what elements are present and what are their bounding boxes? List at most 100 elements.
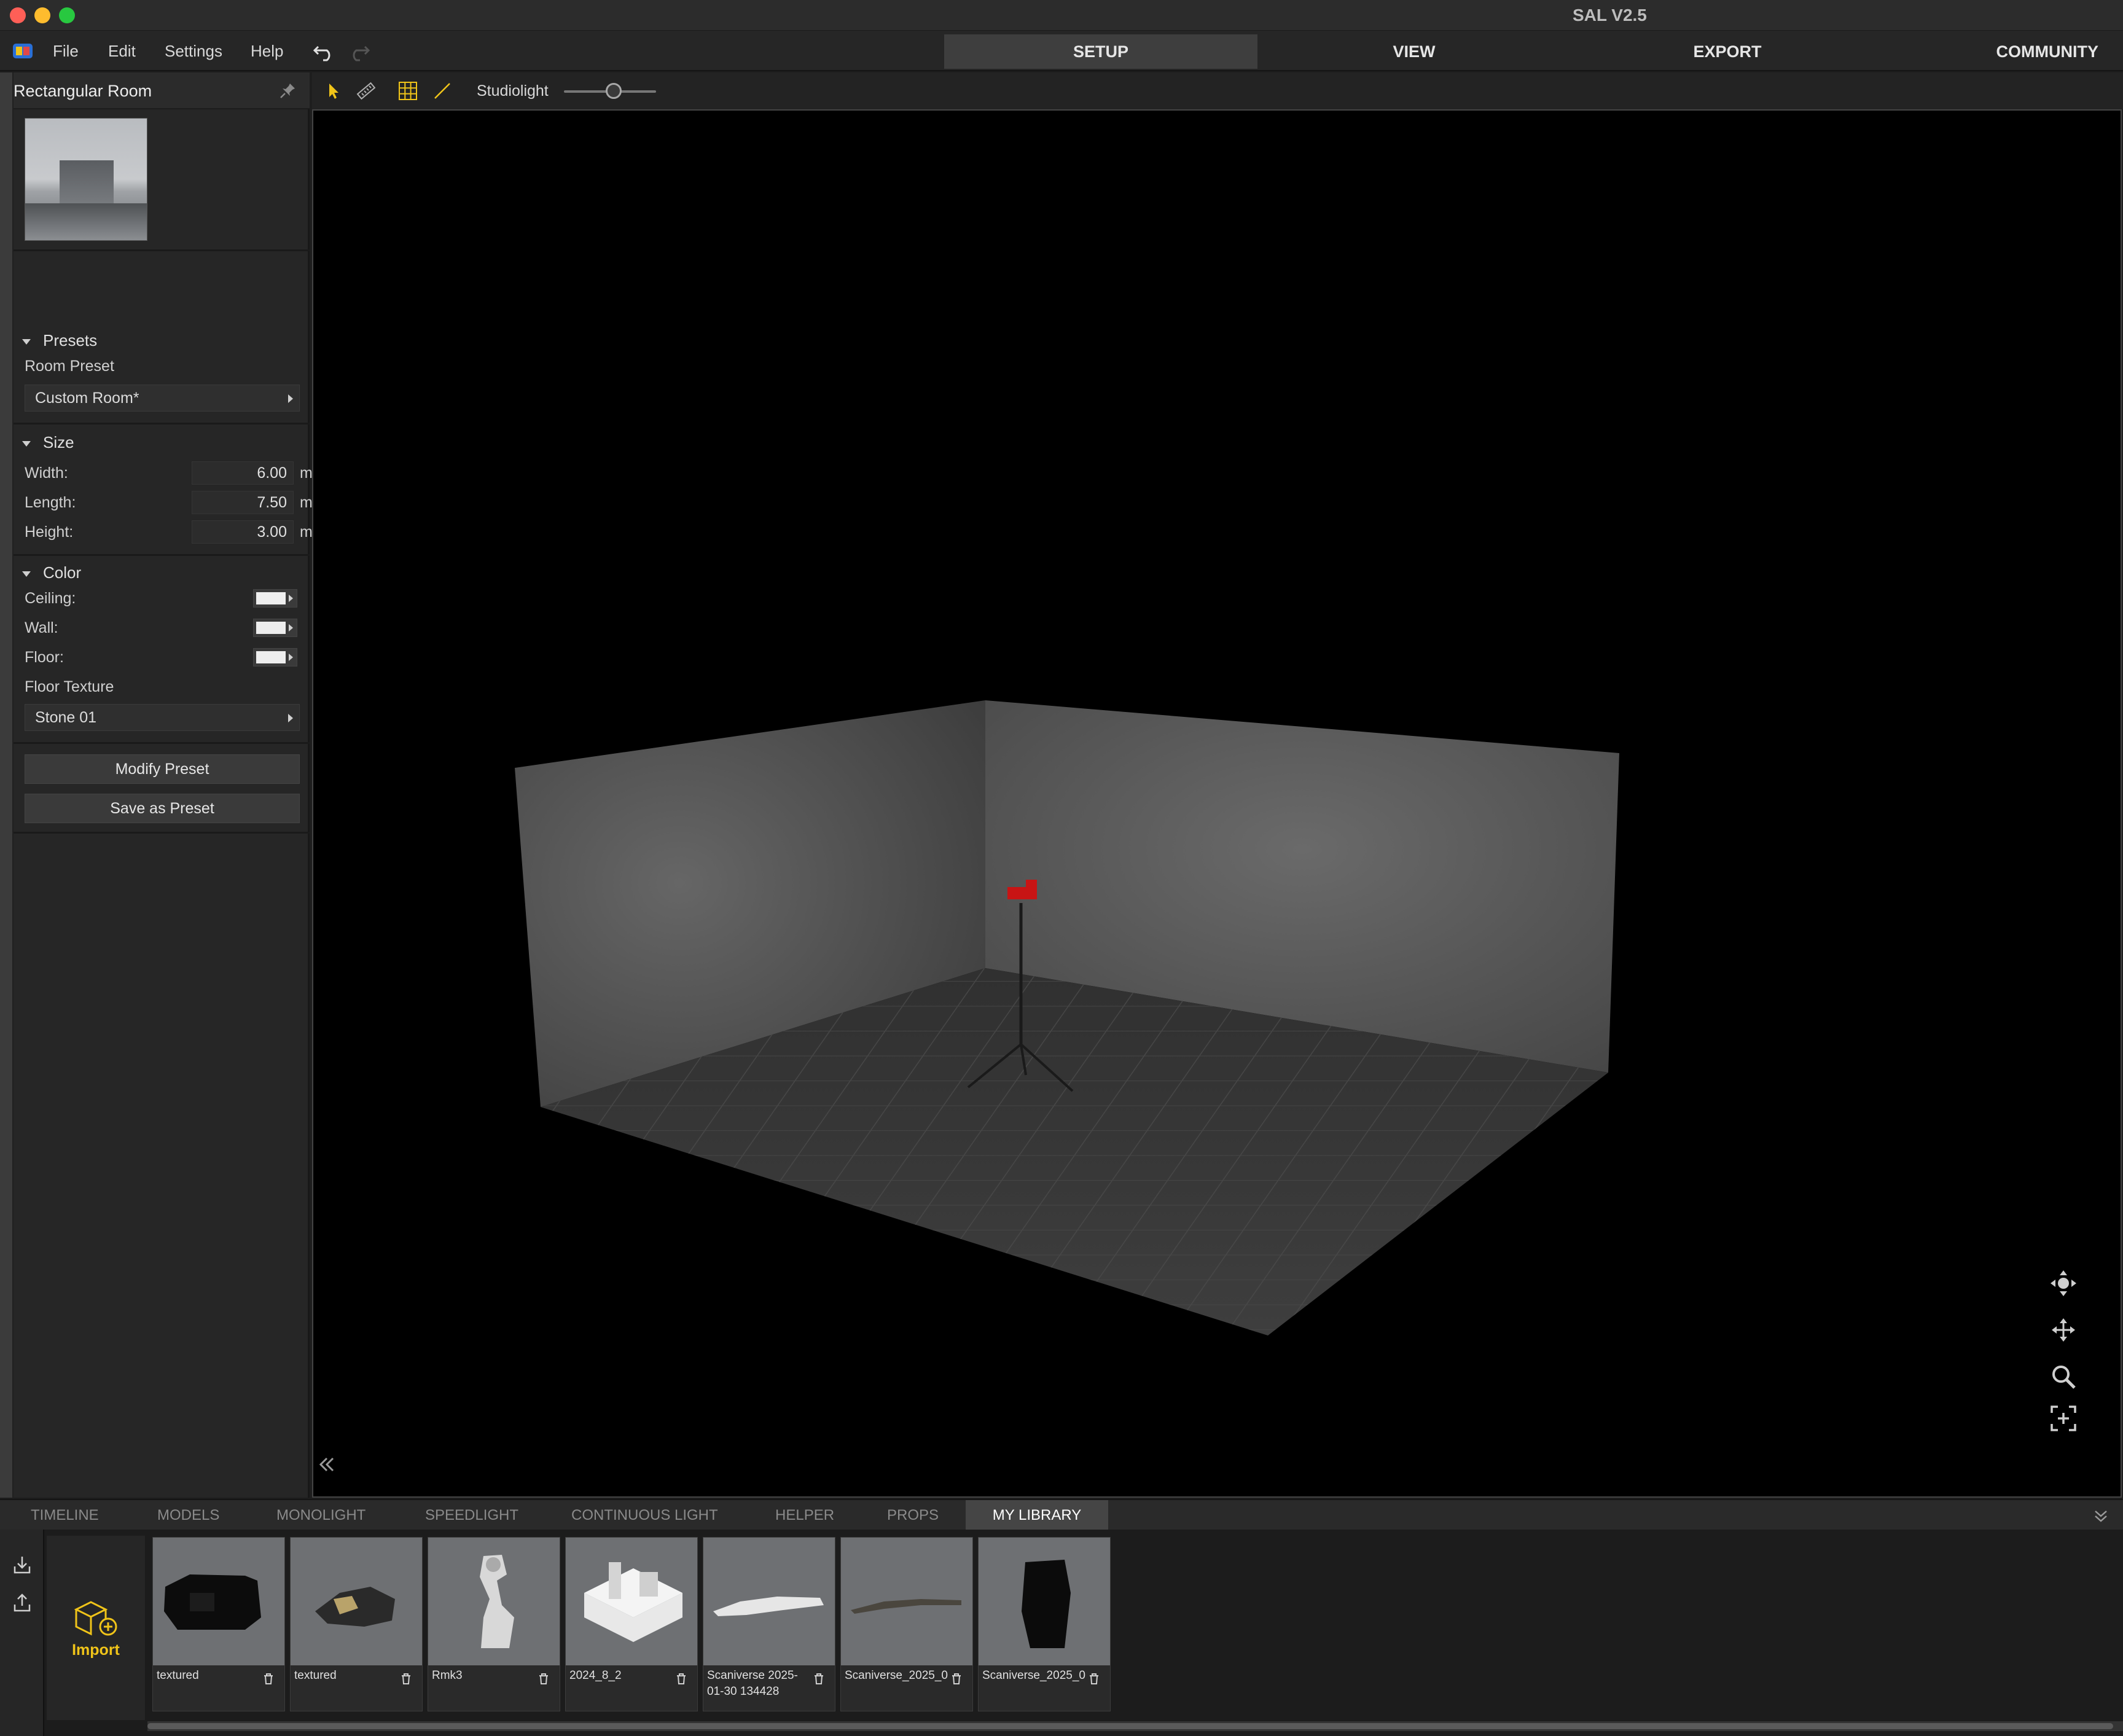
tab-props[interactable]: PROPS — [887, 1500, 939, 1531]
pan-icon[interactable] — [2049, 1316, 2078, 1344]
chevron-down-icon — [22, 440, 31, 447]
library-item-thumbnail — [291, 1538, 422, 1665]
library-scrollbar[interactable] — [147, 1721, 2123, 1731]
menu-file[interactable]: File — [53, 31, 79, 71]
library-item-name: textured — [157, 1669, 199, 1682]
trash-icon[interactable] — [811, 1671, 826, 1686]
width-field[interactable]: 6.00 — [192, 461, 294, 485]
tab-speedlight[interactable]: SPEEDLIGHT — [425, 1500, 518, 1531]
color-section-toggle[interactable]: Color — [22, 561, 81, 584]
left-panel-strip — [0, 72, 14, 1498]
tab-timeline[interactable]: TIMELINE — [31, 1500, 99, 1531]
floor-color-picker[interactable] — [253, 648, 297, 667]
wall-color-picker[interactable] — [253, 619, 297, 637]
3d-viewport[interactable] — [312, 109, 2122, 1498]
wall-label: Wall: — [25, 619, 58, 636]
room-preset-dropdown[interactable]: Custom Room* — [25, 385, 300, 412]
title-bar: SAL V2.5 — [0, 0, 2123, 31]
library-panel: Import textured textured Rmk3 2024_8_2 S… — [0, 1530, 2123, 1736]
trash-icon[interactable] — [674, 1671, 689, 1686]
chevron-right-icon — [289, 654, 293, 661]
grid-icon[interactable] — [397, 80, 419, 102]
undo-icon[interactable] — [312, 39, 337, 63]
chevron-right-icon — [288, 714, 293, 722]
import-box-icon — [74, 1601, 117, 1636]
app-logo-icon — [13, 44, 33, 58]
width-unit: m — [300, 464, 313, 482]
library-item-name: 2024_8_2 — [569, 1669, 622, 1682]
tab-view[interactable]: VIEW — [1257, 34, 1571, 69]
library-sidebar — [0, 1530, 44, 1736]
line-icon[interactable] — [431, 80, 453, 102]
menu-edit[interactable]: Edit — [108, 31, 136, 71]
library-item[interactable]: textured — [290, 1537, 423, 1711]
save-as-preset-button[interactable]: Save as Preset — [25, 794, 300, 823]
import-button[interactable]: Import — [47, 1536, 145, 1720]
height-unit: m — [300, 523, 313, 541]
library-item[interactable]: textured — [152, 1537, 285, 1711]
ceiling-color-chip — [256, 592, 286, 604]
library-item[interactable]: Scaniverse 2025-01-30 134428 — [703, 1537, 835, 1711]
studiolight-slider-handle[interactable] — [606, 83, 622, 99]
properties-panel: Rectangular Room Presets Room Preset Cus… — [14, 72, 313, 1498]
library-item-thumbnail — [428, 1538, 560, 1665]
collapse-panel-icon[interactable] — [316, 1453, 338, 1476]
length-field[interactable]: 7.50 — [192, 491, 294, 514]
menu-bar: File Edit Settings Help SETUP VIEW EXPOR… — [0, 31, 2123, 71]
ceiling-color-picker[interactable] — [253, 589, 297, 608]
scene-render — [515, 700, 1619, 1335]
presets-heading: Presets — [43, 331, 98, 350]
frame-icon[interactable] — [2049, 1404, 2078, 1433]
library-item-name: textured — [294, 1669, 337, 1682]
floor-texture-label: Floor Texture — [25, 678, 114, 695]
trash-icon[interactable] — [399, 1671, 413, 1686]
size-section-toggle[interactable]: Size — [22, 431, 74, 453]
tab-setup[interactable]: SETUP — [944, 34, 1257, 69]
library-item-thumbnail — [841, 1538, 972, 1665]
tab-community[interactable]: COMMUNITY — [1884, 34, 2123, 69]
panel-header: Rectangular Room — [14, 72, 310, 109]
tab-continuous-light[interactable]: CONTINUOUS LIGHT — [571, 1500, 718, 1531]
height-field[interactable]: 3.00 — [192, 520, 294, 544]
modify-preset-button[interactable]: Modify Preset — [25, 754, 300, 784]
library-item-name: Scaniverse 2025-01-30 134428 — [707, 1669, 798, 1698]
library-item[interactable]: Rmk3 — [428, 1537, 560, 1711]
tab-models[interactable]: MODELS — [157, 1500, 219, 1531]
ceiling-label: Ceiling: — [25, 590, 76, 607]
library-item-name: Scaniverse_2025_01_30_134428 — [845, 1669, 948, 1682]
download-icon[interactable] — [10, 1553, 34, 1578]
redo-icon[interactable] — [346, 39, 371, 63]
menu-help[interactable]: Help — [251, 31, 283, 71]
chevron-double-down-icon[interactable] — [2092, 1507, 2109, 1525]
pin-icon[interactable] — [279, 81, 297, 100]
presets-section-toggle[interactable]: Presets — [22, 329, 97, 351]
menu-settings[interactable]: Settings — [165, 31, 222, 71]
length-unit: m — [300, 494, 313, 511]
library-item[interactable]: Scaniverse_2025_01_30_134428 — [840, 1537, 973, 1711]
library-item-thumbnail — [566, 1538, 697, 1665]
chevron-right-icon — [288, 394, 293, 403]
floor-texture-dropdown[interactable]: Stone 01 — [25, 704, 300, 731]
chevron-down-icon — [22, 571, 31, 577]
tab-export[interactable]: EXPORT — [1571, 34, 1884, 69]
zoom-icon[interactable] — [2049, 1363, 2078, 1391]
studiolight-label: Studiolight — [477, 82, 549, 100]
library-item[interactable]: Scaniverse_2025_01_30_142757 — [978, 1537, 1111, 1711]
tab-my-library[interactable]: MY LIBRARY — [966, 1500, 1108, 1531]
trash-icon[interactable] — [1087, 1671, 1101, 1686]
trash-icon[interactable] — [261, 1671, 276, 1686]
upload-icon[interactable] — [10, 1591, 34, 1616]
select-arrow-icon[interactable] — [323, 80, 345, 102]
studiolight-slider[interactable] — [564, 83, 656, 99]
orbit-icon[interactable] — [2049, 1269, 2078, 1297]
panel-title: Rectangular Room — [14, 82, 152, 100]
trash-icon[interactable] — [536, 1671, 551, 1686]
floor-texture-value: Stone 01 — [35, 709, 97, 726]
tab-monolight[interactable]: MONOLIGHT — [276, 1500, 366, 1531]
measure-ruler-icon[interactable] — [355, 80, 377, 102]
trash-icon[interactable] — [949, 1671, 964, 1686]
viewport-toolbar: Studiolight — [312, 72, 2123, 109]
tab-helper[interactable]: HELPER — [775, 1500, 834, 1531]
library-item[interactable]: 2024_8_2 — [565, 1537, 698, 1711]
floor-color-chip — [256, 651, 286, 663]
